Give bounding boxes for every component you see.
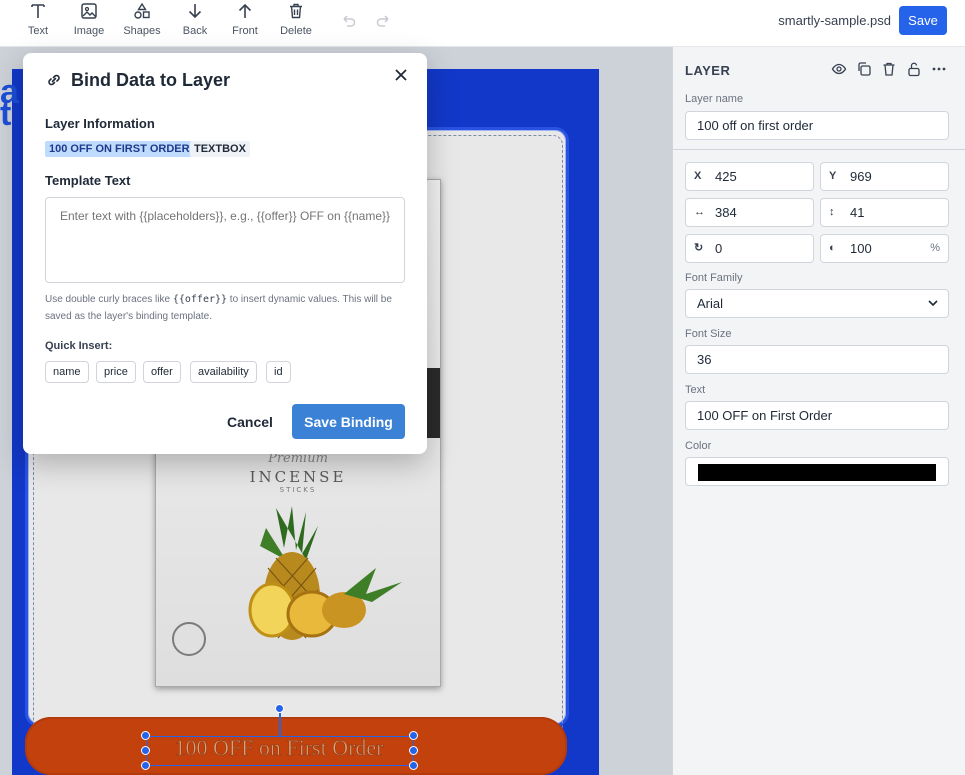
- rotate-icon: ↻: [694, 242, 704, 254]
- save-binding-button[interactable]: Save Binding: [292, 404, 405, 439]
- width-arrows-icon: ↔: [694, 206, 705, 218]
- resize-handle-ml[interactable]: [141, 746, 150, 755]
- panel-divider: [673, 149, 965, 150]
- text-tool-button[interactable]: Text: [10, 2, 66, 44]
- resize-handle-tl[interactable]: [141, 731, 150, 740]
- quick-insert-id[interactable]: id: [266, 361, 291, 383]
- panel-title: LAYER: [685, 63, 731, 78]
- chevron-down-icon: [928, 300, 938, 307]
- shapes-tool-button[interactable]: Shapes: [114, 2, 170, 44]
- trash-icon[interactable]: [881, 61, 897, 77]
- rotate-handle[interactable]: [275, 704, 284, 713]
- eye-icon[interactable]: [831, 61, 847, 77]
- layer-name-input[interactable]: 100 off on first order: [685, 111, 949, 140]
- image-tool-button[interactable]: Image: [61, 2, 117, 44]
- color-swatch: [698, 464, 936, 481]
- font-family-select[interactable]: Arial: [685, 289, 949, 318]
- color-picker[interactable]: [685, 457, 949, 486]
- height-value: 41: [850, 205, 865, 220]
- opacity-input[interactable]: ◐ 100 %: [820, 234, 949, 263]
- top-toolbar: Text Image Shapes Back Front Delete smar…: [0, 0, 965, 47]
- y-value: 969: [850, 169, 872, 184]
- undo-icon[interactable]: [339, 12, 357, 30]
- help-code-example: {{offer}}: [172, 294, 228, 305]
- opacity-value: 100: [850, 241, 872, 256]
- more-icon[interactable]: [931, 61, 947, 77]
- height-arrows-icon: ↕: [829, 206, 835, 218]
- resize-handle-br[interactable]: [409, 761, 418, 770]
- arrow-up-icon: [238, 3, 252, 18]
- layer-name-tag: 100 OFF ON FIRST ORDER: [45, 141, 194, 157]
- opacity-unit: %: [930, 242, 940, 254]
- pineapple-illustration: [248, 506, 402, 640]
- template-text-label: Template Text: [45, 173, 131, 188]
- height-input[interactable]: ↕ 41: [820, 198, 949, 227]
- x-value: 425: [715, 169, 737, 184]
- tool-label: Text: [27, 25, 49, 37]
- tool-label: Front: [232, 25, 258, 37]
- send-back-button[interactable]: Back: [167, 2, 223, 44]
- bind-data-dialog: Bind Data to Layer Layer Information 100…: [23, 53, 427, 454]
- file-name: smartly-sample.psd: [778, 13, 891, 28]
- text-label: Text: [685, 384, 706, 396]
- redo-icon[interactable]: [375, 12, 393, 30]
- resize-handle-tr[interactable]: [409, 731, 418, 740]
- layer-actions: [831, 61, 956, 77]
- image-icon: [81, 3, 97, 19]
- width-input[interactable]: ↔ 384: [685, 198, 814, 227]
- cancel-button[interactable]: Cancel: [220, 404, 280, 440]
- text-content-input[interactable]: 100 OFF on First Order: [685, 401, 949, 430]
- arrow-down-icon: [188, 4, 202, 19]
- font-size-input[interactable]: 36: [685, 345, 949, 374]
- font-family-label: Font Family: [685, 272, 743, 284]
- dialog-header: Bind Data to Layer: [45, 69, 230, 91]
- poster-edge-graphic: at: [0, 73, 19, 133]
- unlock-icon[interactable]: [906, 61, 922, 77]
- delete-tool-button[interactable]: Delete: [268, 2, 324, 44]
- tool-label: Image: [73, 25, 105, 37]
- font-family-value: Arial: [697, 296, 724, 311]
- width-value: 384: [715, 205, 737, 220]
- product-sub-text: STICKS: [279, 486, 317, 494]
- cup-logo: [172, 622, 206, 656]
- quick-insert-name[interactable]: name: [45, 361, 89, 383]
- template-help-text: Use double curly braces like {{offer}} t…: [45, 291, 407, 325]
- y-label: Y: [829, 170, 837, 182]
- layer-properties-panel: LAYER Layer name 100 off on first order …: [672, 47, 965, 775]
- trash-icon: [290, 3, 302, 19]
- tool-label: Shapes: [123, 25, 161, 37]
- opacity-icon: ◐: [829, 242, 836, 254]
- shapes-icon: [134, 2, 150, 19]
- tool-label: Delete: [280, 25, 312, 37]
- quick-insert-label: Quick Insert:: [45, 340, 113, 352]
- quick-insert-price[interactable]: price: [96, 361, 136, 383]
- product-title-text: INCENSE: [249, 468, 347, 486]
- quick-insert-availability[interactable]: availability: [190, 361, 257, 383]
- layer-name-label: Layer name: [685, 93, 744, 105]
- help-text-part: Use double curly braces like: [45, 294, 173, 305]
- layer-info-label: Layer Information: [45, 116, 155, 131]
- tool-label: Back: [182, 25, 208, 37]
- quick-insert-offer[interactable]: offer: [143, 361, 181, 383]
- layer-type-tag: TEXTBOX: [190, 141, 250, 157]
- template-text-input[interactable]: [45, 197, 405, 283]
- rotation-value: 0: [715, 241, 723, 256]
- y-position-input[interactable]: Y 969: [820, 162, 949, 191]
- text-icon: [31, 4, 45, 18]
- x-position-input[interactable]: X 425: [685, 162, 814, 191]
- x-label: X: [694, 170, 702, 182]
- close-icon[interactable]: [393, 67, 409, 83]
- color-label: Color: [685, 440, 712, 452]
- save-button[interactable]: Save: [899, 6, 947, 35]
- resize-handle-mr[interactable]: [409, 746, 418, 755]
- duplicate-icon[interactable]: [856, 61, 872, 77]
- dialog-title: Bind Data to Layer: [71, 69, 231, 90]
- rotation-input[interactable]: ↻ 0: [685, 234, 814, 263]
- bring-front-button[interactable]: Front: [217, 2, 273, 44]
- link-icon: [48, 74, 60, 86]
- font-size-label: Font Size: [685, 328, 732, 340]
- rotate-connector: [279, 713, 281, 736]
- selection-box: [146, 736, 414, 766]
- resize-handle-bl[interactable]: [141, 761, 150, 770]
